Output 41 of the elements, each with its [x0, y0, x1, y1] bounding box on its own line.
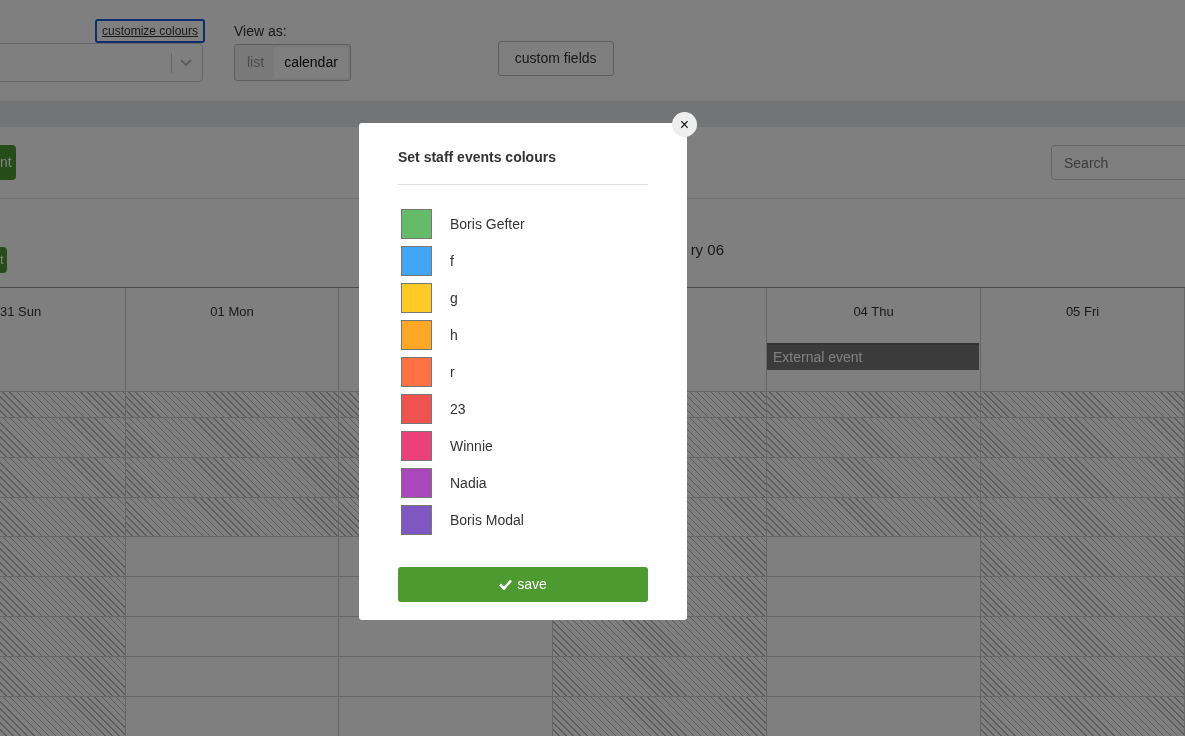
staff-name: h	[450, 325, 458, 345]
colour-swatch[interactable]	[401, 357, 432, 388]
time-slot[interactable]	[126, 657, 339, 697]
chevron-down-icon	[180, 58, 192, 67]
colour-swatch[interactable]	[401, 320, 432, 351]
add-button[interactable]: nt	[0, 144, 16, 180]
period-title: ry 06	[690, 239, 724, 260]
save-button[interactable]: save	[398, 566, 648, 602]
modal-title: Set staff events colours	[398, 149, 648, 185]
time-slot[interactable]	[126, 577, 339, 617]
staff-name: Winnie	[450, 436, 493, 456]
staff-name: 23	[450, 399, 466, 419]
staff-name: g	[450, 288, 458, 308]
select-field[interactable]	[0, 43, 203, 82]
colour-swatch[interactable]	[401, 246, 432, 277]
view-as-label: View as:	[234, 22, 288, 41]
staff-name: Nadia	[450, 473, 487, 493]
close-button[interactable]: ×	[672, 112, 697, 137]
time-slot[interactable]	[126, 537, 339, 577]
day-label: 05 Fri	[1065, 303, 1100, 321]
search-field[interactable]: Search	[1051, 145, 1185, 180]
event-block[interactable]: External event	[767, 342, 979, 370]
colour-swatch[interactable]	[401, 394, 432, 425]
day-label: 31 Sun	[0, 303, 42, 321]
colour-swatch[interactable]	[401, 431, 432, 462]
colour-swatch[interactable]	[401, 283, 432, 314]
view-option[interactable]: calendar	[274, 47, 348, 78]
check-icon	[499, 578, 513, 590]
colour-swatch[interactable]	[401, 468, 432, 499]
day-label: 01 Mon	[210, 303, 254, 321]
staff-name: f	[450, 251, 454, 271]
colour-swatch[interactable]	[401, 209, 432, 240]
staff-name: Boris Gefter	[450, 214, 525, 234]
custom-fields-button[interactable]: custom fields	[497, 41, 614, 76]
colour-swatch[interactable]	[401, 505, 432, 536]
period-button[interactable]: t	[0, 247, 7, 273]
customize-colours-link[interactable]: customize colours	[94, 19, 205, 43]
staff-name: Boris Modal	[450, 510, 524, 530]
day-label: 04 Thu	[853, 303, 894, 321]
staff-name: r	[450, 362, 455, 382]
time-slot[interactable]	[126, 617, 339, 657]
